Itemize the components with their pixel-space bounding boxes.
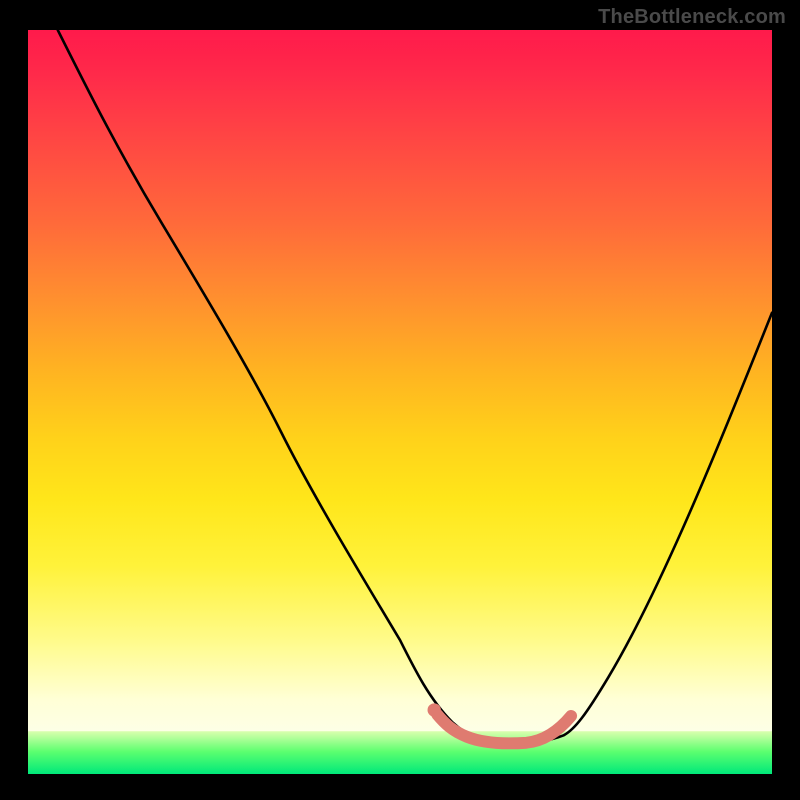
watermark-text: TheBottleneck.com <box>598 6 786 29</box>
chart-stage: TheBottleneck.com <box>0 0 800 800</box>
plot-area <box>28 30 772 774</box>
curve-layer <box>28 30 772 774</box>
highlight-segment-path <box>437 714 571 743</box>
main-curve-path <box>58 30 772 744</box>
highlight-start-dot <box>428 703 441 716</box>
